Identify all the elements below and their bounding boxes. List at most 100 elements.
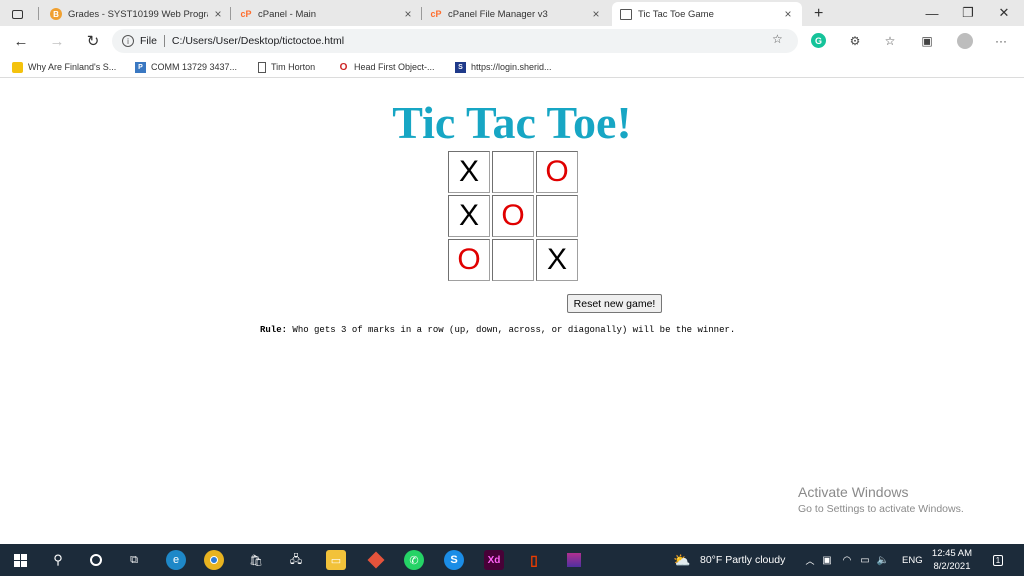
close-tab-icon[interactable]: × bbox=[402, 7, 414, 21]
profile-avatar[interactable] bbox=[957, 33, 973, 49]
bookmark-head-first[interactable]: O Head First Object-... bbox=[338, 60, 435, 74]
windows-taskbar: ⚲ ⧉ e 🛍 🖧 ▭ ✆ S Xd ▯ ⛅ 80°F Partly cloud… bbox=[0, 544, 1024, 576]
app-tray-icon[interactable]: ▣ bbox=[820, 550, 834, 570]
wifi-icon[interactable]: ◠ bbox=[840, 550, 854, 570]
taskbar-clock[interactable]: 12:45 AM 8/2/2021 bbox=[924, 547, 980, 573]
winrar-icon[interactable] bbox=[564, 550, 584, 570]
rule-label: Rule: bbox=[260, 325, 288, 335]
clock-time: 12:45 AM bbox=[931, 548, 973, 559]
board-cell[interactable]: X bbox=[448, 195, 490, 237]
weather-text[interactable]: 80°F Partly cloudy bbox=[700, 544, 785, 576]
tab-cpanel-main[interactable]: cP cPanel - Main × bbox=[232, 2, 422, 26]
bookmark-label: Why Are Finland's S... bbox=[28, 62, 117, 72]
bookmark-label: Head First Object-... bbox=[354, 62, 435, 72]
search-icon[interactable]: ⚲ bbox=[48, 550, 68, 570]
refresh-button[interactable]: ↻ bbox=[82, 30, 104, 52]
bookmark-finland[interactable]: Why Are Finland's S... bbox=[12, 60, 116, 74]
cortana-icon[interactable] bbox=[86, 550, 106, 570]
board-cell[interactable]: O bbox=[536, 151, 578, 193]
volume-icon[interactable]: 🔈 bbox=[876, 550, 890, 570]
favorites-icon[interactable]: ☆ bbox=[881, 32, 899, 50]
minimize-button[interactable]: — bbox=[914, 2, 950, 24]
bookmark-sheridan-login[interactable]: S https://login.sherid... bbox=[455, 60, 552, 74]
bookmark-tim-horton[interactable]: Tim Horton bbox=[258, 60, 315, 74]
back-button[interactable]: ← bbox=[10, 30, 32, 52]
board-cell[interactable] bbox=[536, 195, 578, 237]
board-cell[interactable]: X bbox=[448, 151, 490, 193]
back-arrow-icon: ← bbox=[13, 32, 29, 50]
info-icon[interactable]: i bbox=[122, 35, 134, 47]
cpanel-icon: cP bbox=[240, 9, 252, 19]
extensions-icon[interactable]: ⚙ bbox=[846, 32, 864, 50]
s-icon: S bbox=[455, 61, 466, 73]
tab-label: cPanel File Manager v3 bbox=[448, 8, 548, 20]
board-cell[interactable] bbox=[492, 239, 534, 281]
close-tab-icon[interactable]: × bbox=[782, 7, 794, 21]
tab-label: cPanel - Main bbox=[258, 8, 317, 20]
address-bar[interactable]: i File C:/Users/User/Desktop/tictoctoe.h… bbox=[112, 29, 798, 53]
board-row: X O bbox=[448, 151, 578, 193]
board-cell[interactable]: X bbox=[536, 239, 578, 281]
notification-icon[interactable]: 1 bbox=[988, 550, 1008, 570]
skype-icon[interactable]: S bbox=[444, 550, 464, 570]
battery-icon[interactable]: ▭ bbox=[858, 550, 872, 570]
tab-label: Tic Tac Toe Game bbox=[638, 8, 714, 20]
more-menu-icon[interactable]: ··· bbox=[992, 32, 1010, 50]
board-row: X O bbox=[448, 195, 578, 237]
windows-logo-icon bbox=[13, 553, 27, 567]
bookmark-comm[interactable]: P COMM 13729 3437... bbox=[135, 60, 237, 74]
whatsapp-icon[interactable]: ✆ bbox=[404, 550, 424, 570]
bookmark-label: Tim Horton bbox=[271, 62, 316, 72]
close-tab-icon[interactable]: × bbox=[590, 7, 602, 21]
collections-icon[interactable]: ▣ bbox=[918, 32, 936, 50]
o-icon: O bbox=[339, 61, 348, 73]
p-icon: P bbox=[135, 61, 146, 73]
adobe-xd-icon[interactable]: Xd bbox=[484, 550, 504, 570]
rule-text: Rule: Who gets 3 of marks in a row (up, … bbox=[260, 325, 735, 335]
forward-button[interactable]: → bbox=[46, 30, 68, 52]
divider bbox=[163, 35, 165, 47]
store-icon[interactable]: 🛍 bbox=[246, 550, 266, 570]
office-icon[interactable]: ▯ bbox=[524, 550, 544, 570]
page-title: Tic Tac Toe! bbox=[392, 97, 632, 148]
close-tab-icon[interactable]: × bbox=[212, 7, 224, 21]
blackboard-icon: B bbox=[50, 8, 62, 20]
edge-browser-icon[interactable]: e bbox=[166, 550, 186, 570]
tab-actions-button[interactable] bbox=[4, 2, 32, 26]
language-indicator[interactable]: ENG bbox=[902, 544, 923, 576]
reset-game-button[interactable]: Reset new game! bbox=[567, 294, 662, 313]
board-cell[interactable]: O bbox=[448, 239, 490, 281]
page-icon bbox=[258, 61, 266, 73]
bookmark-label: https://login.sherid... bbox=[471, 62, 552, 72]
bookmark-label: COMM 13729 3437... bbox=[151, 62, 238, 72]
board-cell[interactable]: O bbox=[492, 195, 534, 237]
sun-icon bbox=[12, 61, 23, 73]
browser-toolbar: ← → ↻ i File C:/Users/User/Desktop/ticto… bbox=[0, 26, 1024, 56]
clock-date: 8/2/2021 bbox=[933, 561, 971, 572]
chevron-up-icon[interactable]: ︿ bbox=[800, 550, 820, 570]
scheme-label: File bbox=[140, 35, 157, 47]
bookmarks-bar: Why Are Finland's S... P COMM 13729 3437… bbox=[0, 56, 1024, 78]
task-view-icon[interactable]: ⧉ bbox=[124, 550, 144, 570]
git-icon[interactable] bbox=[366, 550, 386, 570]
start-button[interactable] bbox=[10, 550, 30, 570]
board-cell[interactable] bbox=[492, 151, 534, 193]
new-tab-button[interactable]: + bbox=[806, 2, 830, 26]
grammarly-extension-icon[interactable]: G bbox=[811, 33, 826, 48]
file-explorer-icon[interactable]: ▭ bbox=[326, 550, 346, 570]
watermark-title: Activate Windows bbox=[798, 484, 909, 500]
weather-icon[interactable]: ⛅ bbox=[672, 550, 692, 570]
tab-strip: B Grades - SYST10199 Web Progra × cP cPa… bbox=[0, 0, 1024, 26]
tab-cpanel-file-manager[interactable]: cP cPanel File Manager v3 × bbox=[422, 2, 610, 26]
url-text[interactable]: C:/Users/User/Desktop/tictoctoe.html bbox=[172, 35, 344, 47]
tab-tic-tac-toe[interactable]: Tic Tac Toe Game × bbox=[612, 2, 802, 26]
restore-button[interactable]: ❐ bbox=[950, 2, 986, 24]
forward-arrow-icon: → bbox=[49, 32, 65, 50]
refresh-icon: ↻ bbox=[86, 33, 100, 50]
network-app-icon[interactable]: 🖧 bbox=[286, 550, 306, 570]
chrome-icon[interactable] bbox=[204, 550, 224, 570]
favorite-star-icon[interactable]: ☆ bbox=[772, 32, 783, 46]
activate-windows-watermark: Activate Windows Go to Settings to activ… bbox=[798, 484, 964, 515]
tab-grades[interactable]: B Grades - SYST10199 Web Progra × bbox=[42, 2, 232, 26]
close-window-button[interactable]: ✕ bbox=[986, 2, 1022, 24]
